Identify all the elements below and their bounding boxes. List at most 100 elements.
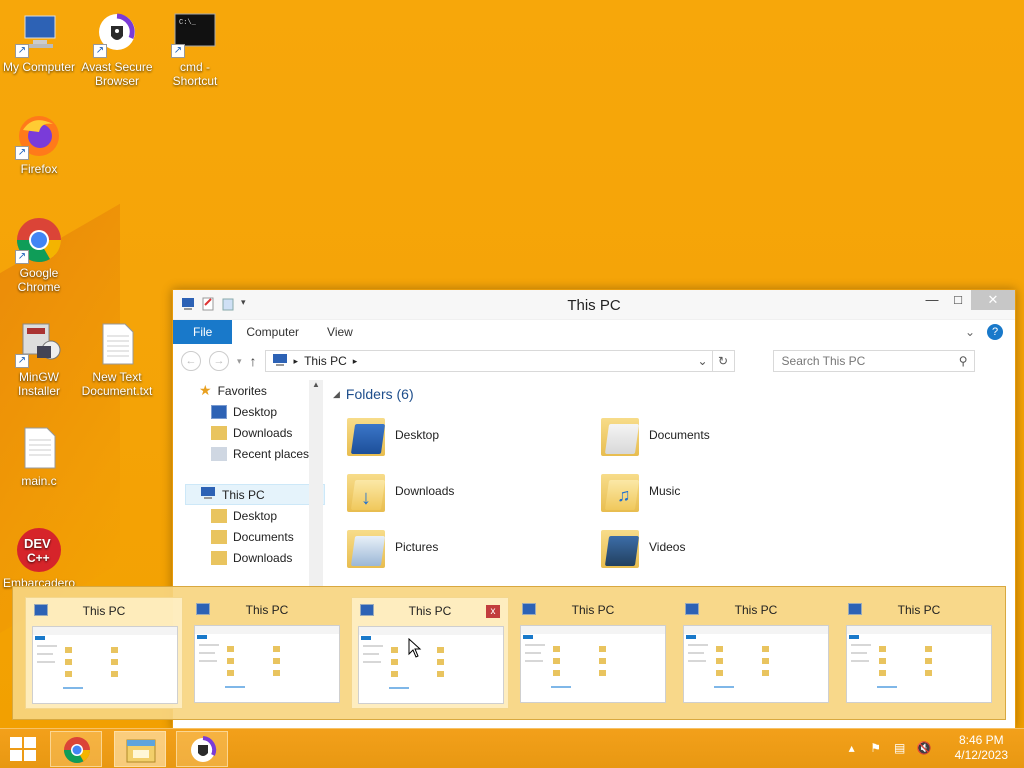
- folder-label: Desktop: [395, 428, 440, 442]
- nav-item-downloads[interactable]: Downloads: [211, 422, 325, 443]
- desktop-icon-cmd[interactable]: C:\_ ↗ cmd - Shortcut: [156, 10, 234, 88]
- folder-label: Pictures: [395, 540, 439, 554]
- thumbnail-window[interactable]: This PC: [677, 597, 835, 709]
- thumbnail-preview: [683, 625, 829, 703]
- refresh-icon[interactable]: ↻: [711, 351, 734, 371]
- collapse-icon[interactable]: ◢: [333, 389, 340, 400]
- thumbnail-window[interactable]: This PC: [25, 597, 183, 709]
- taskbar: ▴ ⚑ ▤ 🔇 8:46 PM 4/12/2023: [0, 728, 1024, 768]
- nav-label: Favorites: [217, 383, 267, 398]
- show-hidden-icons-icon[interactable]: ▴: [845, 741, 859, 755]
- nav-label: Documents: [233, 529, 294, 544]
- nav-this-pc[interactable]: This PC: [185, 484, 325, 505]
- desktop-icon-avast-browser[interactable]: ↗ Avast Secure Browser: [78, 10, 156, 88]
- computer-icon: [522, 603, 536, 615]
- recent-locations-icon[interactable]: ▾: [237, 356, 242, 367]
- music-folder-icon: ♫: [601, 470, 640, 512]
- desktop-icon-mingw[interactable]: ↗ MinGW Installer: [0, 320, 78, 398]
- folder-label: Documents: [649, 428, 710, 442]
- folder-item-pictures[interactable]: Pictures: [347, 522, 601, 572]
- tab-computer[interactable]: Computer: [232, 320, 313, 344]
- up-button[interactable]: ↑: [250, 353, 257, 369]
- breadcrumb-separator-icon[interactable]: ▸: [353, 356, 358, 367]
- thumbnail-window[interactable]: This PC: [188, 597, 346, 709]
- network-icon[interactable]: ▤: [893, 741, 907, 755]
- svg-text:C:\_: C:\_: [179, 19, 197, 27]
- folder-item-music[interactable]: ♫ Music: [601, 466, 855, 516]
- volume-muted-icon[interactable]: 🔇: [917, 741, 932, 755]
- taskbar-chrome-button[interactable]: [50, 731, 102, 767]
- start-button[interactable]: [10, 737, 36, 761]
- action-center-flag-icon[interactable]: ⚑: [869, 741, 883, 755]
- desktop-icon-label: cmd - Shortcut: [172, 60, 218, 88]
- folder-item-desktop[interactable]: Desktop: [347, 410, 601, 460]
- search-input[interactable]: Search This PC ⚲: [772, 350, 975, 372]
- computer-icon: [685, 603, 699, 615]
- nav-item-pc-documents[interactable]: Documents: [211, 526, 325, 547]
- nav-item-recent-places[interactable]: Recent places: [211, 443, 325, 464]
- desktop-icon-new-text-document[interactable]: New Text Document.txt: [78, 320, 156, 398]
- thumbnail-close-button[interactable]: x: [486, 605, 500, 618]
- nav-item-pc-downloads[interactable]: Downloads: [211, 547, 325, 568]
- title-bar[interactable]: ▾ This PC — □ ✕: [173, 290, 1015, 320]
- downloads-folder-icon: ↓: [347, 470, 386, 512]
- clock[interactable]: 8:46 PM 4/12/2023: [955, 733, 1008, 763]
- folder-item-documents[interactable]: Documents: [601, 410, 855, 460]
- search-icon[interactable]: ⚲: [959, 351, 968, 371]
- maximize-button[interactable]: □: [945, 290, 971, 310]
- desktop-folder-icon: [211, 508, 227, 523]
- thumbnail-preview: [194, 625, 340, 703]
- nav-label: Downloads: [233, 550, 293, 565]
- desktop-icon-chrome[interactable]: ↗ Google Chrome: [0, 216, 78, 294]
- minimize-button[interactable]: —: [919, 290, 945, 310]
- computer-icon: [196, 603, 210, 615]
- nav-item-desktop[interactable]: Desktop: [211, 401, 325, 422]
- computer-icon: [200, 486, 216, 503]
- main-content: ◢ Folders (6) Desktop Documents ↓ Downlo…: [333, 386, 1003, 572]
- help-icon[interactable]: ?: [987, 324, 1003, 340]
- breadcrumb-separator-icon[interactable]: ▸: [294, 356, 299, 367]
- desktop-icon-label: MinGW Installer: [17, 370, 61, 398]
- thumbnail-title: This PC: [734, 603, 778, 617]
- breadcrumb-this-pc[interactable]: This PC: [304, 354, 347, 368]
- search-placeholder: Search This PC: [781, 354, 866, 368]
- desktop-icon-label: Firefox: [20, 162, 58, 176]
- chrome-icon: [63, 737, 91, 764]
- thumbnail-title: This PC: [897, 603, 941, 617]
- file-explorer-icon: [126, 739, 156, 763]
- desktop-icon-firefox[interactable]: ↗ Firefox: [0, 112, 78, 176]
- folders-group-header[interactable]: ◢ Folders (6): [333, 386, 1003, 402]
- address-dropdown-icon[interactable]: ⌄: [697, 354, 707, 368]
- expand-ribbon-icon[interactable]: ⌄: [965, 325, 975, 339]
- tab-file[interactable]: File: [173, 320, 233, 344]
- folder-item-downloads[interactable]: ↓ Downloads: [347, 466, 601, 516]
- taskbar-explorer-button[interactable]: [114, 731, 166, 767]
- thumbnail-window[interactable]: This PC x: [351, 597, 509, 709]
- nav-favorites[interactable]: ★ Favorites: [199, 380, 325, 401]
- address-bar[interactable]: ▸ This PC ▸ ⌄ ↻: [264, 350, 735, 372]
- documents-folder-icon: [211, 529, 227, 544]
- taskbar-avast-browser-button[interactable]: [176, 731, 228, 767]
- tab-view[interactable]: View: [313, 320, 367, 344]
- thumbnail-preview: [520, 625, 666, 703]
- text-file-icon: [93, 320, 141, 368]
- pictures-folder-icon: [347, 526, 386, 568]
- thumbnail-window[interactable]: This PC: [514, 597, 672, 709]
- thumbnail-preview: [358, 626, 504, 704]
- forward-button[interactable]: →: [209, 351, 229, 371]
- desktop-icon-main-c[interactable]: main.c: [0, 424, 78, 488]
- thumbnail-window[interactable]: This PC: [840, 597, 998, 709]
- nav-pane-scrollbar[interactable]: ▲: [309, 380, 323, 590]
- back-button[interactable]: ←: [181, 351, 201, 371]
- thumbnail-preview: [846, 625, 992, 703]
- close-button[interactable]: ✕: [971, 290, 1015, 310]
- desktop-icon-my-computer[interactable]: ↗ My Computer: [0, 10, 78, 74]
- nav-label: Downloads: [233, 425, 293, 440]
- scroll-up-icon[interactable]: ▲: [309, 380, 323, 389]
- devcpp-icon: DEV C++: [15, 526, 63, 574]
- nav-item-pc-desktop[interactable]: Desktop: [211, 505, 325, 526]
- desktop-icon-devcpp[interactable]: DEV C++ Embarcadero: [0, 526, 78, 590]
- folder-label: Downloads: [395, 484, 455, 498]
- desktop-icon-label: My Computer: [2, 60, 76, 74]
- folder-item-videos[interactable]: Videos: [601, 522, 855, 572]
